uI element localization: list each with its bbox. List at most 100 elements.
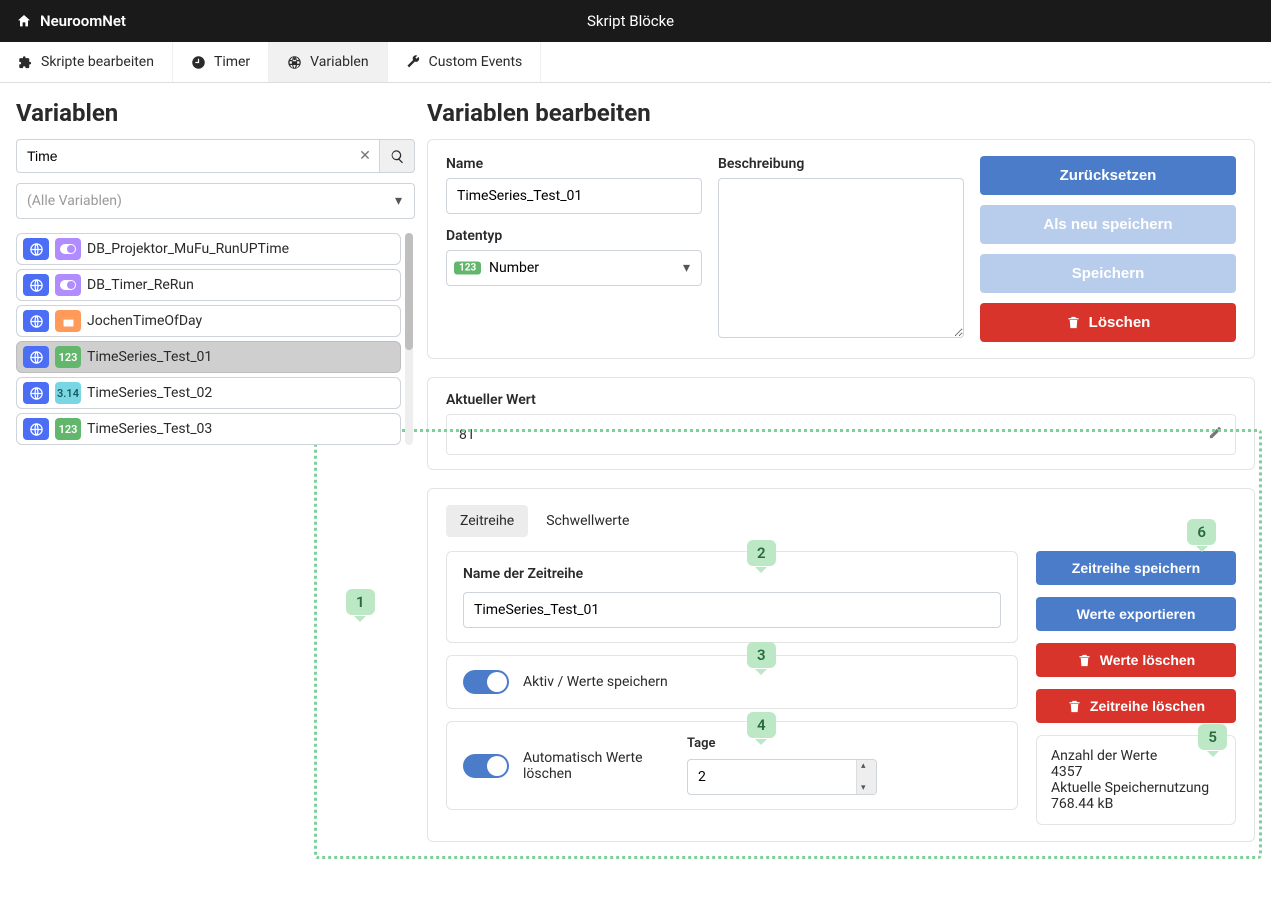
tab-custom-events[interactable]: Custom Events	[388, 42, 542, 82]
callout-1: 1	[346, 589, 375, 615]
brand-label: NeuroomNet	[40, 12, 126, 30]
stats-mem-label: Aktuelle Speichernutzung	[1051, 780, 1221, 796]
delete-button[interactable]: Löschen	[980, 303, 1236, 342]
variable-list: DB_Projektor_MuFu_RunUPTime DB_Timer_ReRu…	[16, 233, 415, 445]
variable-item[interactable]: 3.14 TimeSeries_Test_02	[16, 377, 401, 409]
active-toggle[interactable]	[463, 670, 509, 694]
variable-item[interactable]: 123 TimeSeries_Test_03	[16, 413, 401, 445]
days-label: Tage	[687, 736, 877, 751]
globe-icon	[23, 346, 49, 368]
ts-autodel-block: Automatisch Werte löschen Tage 4	[446, 721, 1018, 810]
name-input[interactable]	[446, 178, 702, 214]
globe-icon	[23, 238, 49, 260]
type-badge: 123	[55, 418, 81, 440]
stats-count-label: Anzahl der Werte	[1051, 748, 1221, 764]
variable-item[interactable]: JochenTimeOfDay	[16, 305, 401, 337]
editor-heading: Variablen bearbeiten	[427, 99, 1255, 127]
callout-3: 3	[747, 642, 776, 668]
timeseries-card: Zeitreihe Schwellwerte Name der Zeitreih…	[427, 488, 1255, 842]
clear-search-icon[interactable]: ✕	[351, 139, 379, 173]
search-input[interactable]	[16, 139, 379, 173]
page-title: Skript Blöcke	[126, 12, 1255, 30]
tab-skripte[interactable]: Skripte bearbeiten	[0, 42, 173, 82]
type-badge	[55, 310, 81, 332]
autodel-toggle[interactable]	[463, 754, 509, 778]
trash-icon	[1066, 315, 1081, 330]
ts-name-block: Name der Zeitreihe 2	[446, 551, 1018, 643]
variable-label: DB_Timer_ReRun	[87, 277, 194, 293]
variable-label: TimeSeries_Test_02	[87, 385, 212, 401]
stats-count-value: 4357	[1051, 764, 1221, 780]
variable-label: JochenTimeOfDay	[87, 313, 202, 329]
variable-item[interactable]: 123 TimeSeries_Test_01	[16, 341, 401, 373]
tab-timer[interactable]: Timer	[173, 42, 269, 82]
tab-schwellwerte[interactable]: Schwellwerte	[532, 505, 643, 537]
callout-5: 5	[1198, 724, 1227, 750]
tab-label: Custom Events	[429, 54, 523, 70]
variable-item[interactable]: DB_Projektor_MuFu_RunUPTime	[16, 233, 401, 265]
stats-box: 5 Anzahl der Werte 4357 Aktuelle Speiche…	[1036, 735, 1236, 825]
globe-icon	[23, 310, 49, 332]
wrench-icon	[406, 55, 421, 70]
tab-label: Variablen	[310, 54, 368, 70]
edit-icon	[1208, 425, 1223, 440]
search-icon	[390, 149, 405, 164]
desc-textarea[interactable]	[718, 178, 964, 338]
save-ts-button[interactable]: Zeitreihe speichern	[1036, 551, 1236, 585]
ts-active-block: Aktiv / Werte speichern 3	[446, 655, 1018, 709]
days-input[interactable]	[687, 759, 877, 795]
globe-icon	[23, 382, 49, 404]
globe-icon	[23, 418, 49, 440]
home-icon	[16, 13, 32, 29]
dtype-select[interactable]	[446, 250, 702, 286]
stats-mem-value: 768.44 kB	[1051, 796, 1221, 812]
type-badge	[55, 274, 81, 296]
edit-card: Name Datentyp 123 Beschreibung Zurückset…	[427, 139, 1255, 359]
active-label: Aktiv / Werte speichern	[523, 674, 668, 690]
type-badge	[55, 238, 81, 260]
tab-label: Timer	[214, 54, 250, 70]
reset-button[interactable]: Zurücksetzen	[980, 156, 1236, 195]
save-as-new-button[interactable]: Als neu speichern	[980, 205, 1236, 244]
variable-item[interactable]: DB_Timer_ReRun	[16, 269, 401, 301]
tab-variablen[interactable]: Variablen	[269, 42, 387, 82]
edit-value-button[interactable]	[1208, 425, 1223, 444]
tab-label: Skripte bearbeiten	[41, 54, 154, 70]
filter-select[interactable]: (Alle Variablen)	[16, 183, 415, 219]
nav-tabs: Skripte bearbeiten Timer Variablen Custo…	[0, 42, 1271, 83]
type-badge: 3.14	[55, 382, 81, 404]
topbar: NeuroomNet Skript Blöcke	[0, 0, 1271, 42]
trash-icon	[1077, 653, 1092, 668]
dtype-badge: 123	[454, 262, 481, 275]
sidebar-heading: Variablen	[16, 99, 415, 127]
variable-label: TimeSeries_Test_03	[87, 421, 212, 437]
clock-icon	[191, 55, 206, 70]
type-badge: 123	[55, 346, 81, 368]
search-button[interactable]	[379, 139, 415, 173]
globe-icon	[23, 274, 49, 296]
save-button[interactable]: Speichern	[980, 254, 1236, 293]
ts-name-input[interactable]	[463, 592, 1001, 628]
current-value-label: Aktueller Wert	[446, 392, 1236, 408]
editor-panel: Variablen bearbeiten Name Datentyp 123 B…	[415, 83, 1271, 876]
brand[interactable]: NeuroomNet	[16, 12, 126, 30]
callout-2: 2	[747, 540, 776, 566]
days-spinner[interactable]	[856, 760, 876, 794]
filter-placeholder: (Alle Variablen)	[27, 193, 122, 209]
puzzle-icon	[18, 55, 33, 70]
export-button[interactable]: Werte exportieren	[1036, 597, 1236, 631]
scrollbar-thumb[interactable]	[405, 233, 413, 350]
current-value-card: Aktueller Wert 81	[427, 377, 1255, 470]
tab-zeitreihe[interactable]: Zeitreihe	[446, 505, 528, 537]
callout-6: 6	[1187, 519, 1216, 545]
callout-4: 4	[747, 712, 776, 738]
autodel-label: Automatisch Werte löschen	[523, 750, 663, 782]
dtype-label: Datentyp	[446, 228, 702, 244]
variable-label: TimeSeries_Test_01	[87, 349, 212, 365]
trash-icon	[1067, 699, 1082, 714]
delete-ts-button[interactable]: Zeitreihe löschen	[1036, 689, 1236, 723]
ts-name-label: Name der Zeitreihe	[463, 566, 1001, 582]
variable-label: DB_Projektor_MuFu_RunUPTime	[87, 241, 289, 257]
sidebar: Variablen ✕ (Alle Variablen) DB_Projekto…	[0, 83, 415, 876]
delete-values-button[interactable]: Werte löschen	[1036, 643, 1236, 677]
